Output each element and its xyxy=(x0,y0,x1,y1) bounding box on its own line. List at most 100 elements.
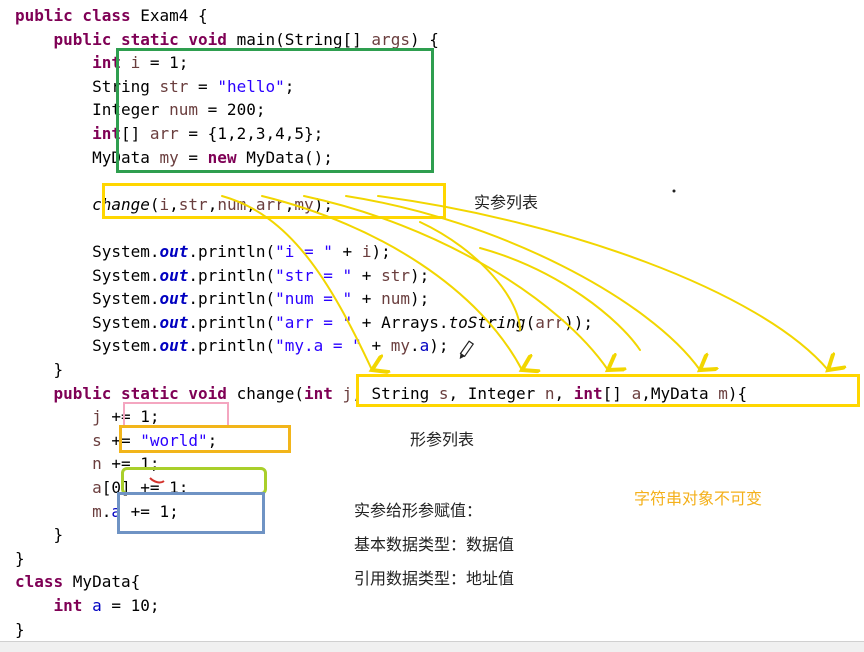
formal-params-box xyxy=(356,374,860,407)
code-token: main(String[] xyxy=(236,29,372,49)
code-token: out xyxy=(159,336,189,356)
code-token: System. xyxy=(15,265,160,285)
code-token: class xyxy=(15,572,73,592)
assign-title-note: 实参给形参赋值： xyxy=(354,501,483,520)
code-token: + xyxy=(352,289,382,309)
code-line: int a = 10; xyxy=(15,594,160,617)
code-token: } xyxy=(15,360,64,379)
code-token: . xyxy=(409,336,420,356)
code-token: System. xyxy=(15,336,160,356)
string-immutable-note: 字符串对象不可变 xyxy=(634,489,763,508)
code-token: out xyxy=(159,289,189,309)
code-token: ); xyxy=(429,336,449,356)
code-line: } xyxy=(15,547,25,570)
code-token: toString xyxy=(448,312,526,332)
code-token: System. xyxy=(15,289,160,309)
code-token: } xyxy=(15,525,64,545)
code-token: arr xyxy=(535,312,565,332)
code-token: "str = " xyxy=(275,265,353,285)
local-vars-box xyxy=(116,48,434,173)
code-token: .println( xyxy=(188,289,276,309)
code-token: s xyxy=(92,430,102,450)
code-token: n xyxy=(92,454,102,474)
code-token: ); xyxy=(409,289,430,309)
code-token: public static void xyxy=(53,383,237,403)
code-line: System.out.println("my.a = " + my.a); xyxy=(15,334,449,357)
code-line: } xyxy=(15,618,25,641)
reference-rule-note: 引用数据类型：地址值 xyxy=(354,569,515,588)
code-token: int xyxy=(53,596,93,615)
code-token: a xyxy=(92,596,102,615)
code-token: System. xyxy=(15,312,160,332)
code-line: class MyData{ xyxy=(15,570,140,593)
code-token: out xyxy=(159,265,189,285)
code-token: .println( xyxy=(188,242,276,261)
code-token: public class xyxy=(15,6,141,25)
param-s-box xyxy=(119,425,291,453)
code-token: public static void xyxy=(53,29,237,49)
code-token: .println( xyxy=(188,336,276,356)
code-token: m xyxy=(92,501,102,521)
code-token: "my.a = " xyxy=(275,336,362,356)
code-token: ); xyxy=(409,265,430,285)
code-token: + xyxy=(332,242,362,261)
editor-bottom-bar xyxy=(0,641,864,652)
code-token: "arr = " xyxy=(275,312,353,332)
code-token: my xyxy=(390,336,410,356)
code-token: change( xyxy=(236,383,304,403)
actual-params-box xyxy=(102,183,446,219)
code-token: out xyxy=(159,242,189,261)
actual-params-note: 实参列表 xyxy=(474,193,539,212)
code-token: int xyxy=(304,383,343,403)
code-token: Exam4 { xyxy=(140,6,208,25)
code-token: + Arrays. xyxy=(352,312,449,332)
code-line: System.out.println("i = " + i); xyxy=(15,240,391,263)
code-token: "i = " xyxy=(275,242,333,261)
stray-dot xyxy=(672,189,676,193)
code-token: num xyxy=(381,289,410,309)
code-token: System. xyxy=(15,242,160,261)
code-token: out xyxy=(159,312,189,332)
code-token: str xyxy=(381,265,410,285)
code-token: + xyxy=(361,336,391,356)
formal-params-note: 形参列表 xyxy=(410,430,475,449)
param-j-box xyxy=(123,402,229,427)
code-line: } xyxy=(15,523,64,546)
code-token: j xyxy=(342,383,353,403)
code-token: )); xyxy=(564,312,594,332)
code-token: j xyxy=(92,407,102,427)
code-token: ) { xyxy=(409,29,439,49)
code-token: args xyxy=(371,29,410,49)
code-token: = 10; xyxy=(101,596,160,615)
code-line: System.out.println("num = " + num); xyxy=(15,287,429,310)
code-line: System.out.println("str = " + str); xyxy=(15,264,429,287)
pencil-cursor-icon xyxy=(459,340,475,360)
code-token: ( xyxy=(525,312,536,332)
code-token: } xyxy=(15,619,25,639)
code-token: MyData{ xyxy=(72,572,141,592)
code-line: public class Exam4 { xyxy=(15,4,208,27)
code-line: System.out.println("arr = " + Arrays.toS… xyxy=(15,311,593,334)
code-token: a xyxy=(419,336,430,356)
param-m-box xyxy=(117,492,265,534)
code-token: .println( xyxy=(188,265,276,285)
code-token: ); xyxy=(371,242,391,261)
code-token: } xyxy=(15,548,25,568)
code-token: i xyxy=(361,242,372,261)
code-line: } xyxy=(15,358,64,381)
code-token: . xyxy=(101,501,112,521)
code-token: .println( xyxy=(188,312,276,332)
arrow-extra-2 xyxy=(479,247,641,351)
code-token: a xyxy=(92,478,102,497)
